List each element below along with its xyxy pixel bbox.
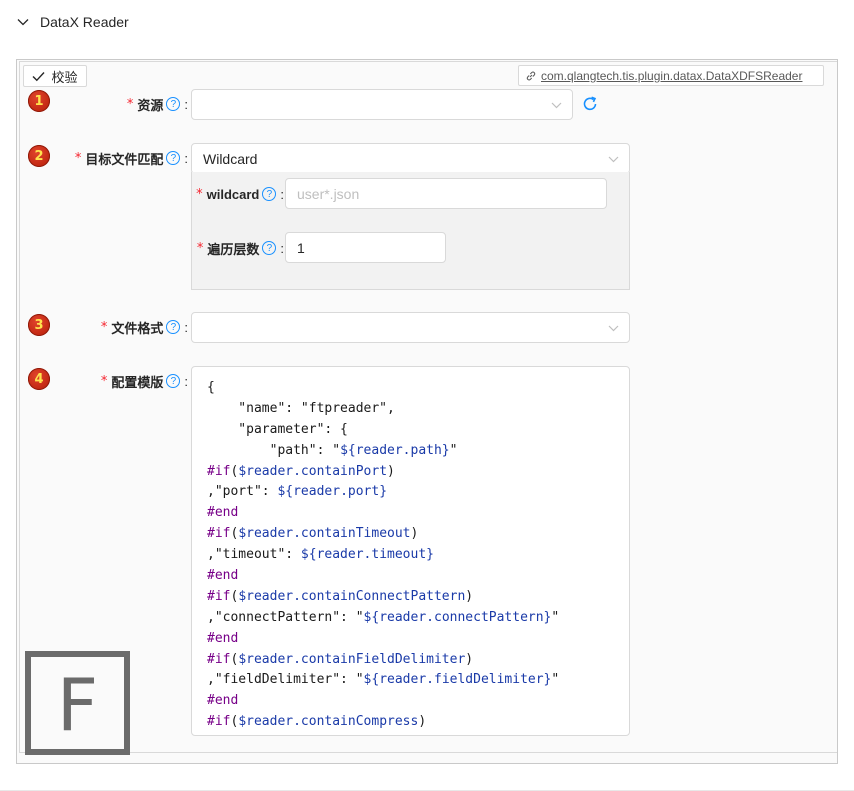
code-line: ,"timeout": ${reader.timeout} bbox=[207, 545, 629, 566]
step-badge-2: 2 bbox=[28, 145, 50, 167]
step-badge-4: 4 bbox=[28, 368, 50, 390]
code-token: " bbox=[449, 442, 458, 458]
file-format-select[interactable] bbox=[191, 312, 630, 343]
help-icon[interactable]: ? bbox=[166, 374, 181, 388]
plugin-class-text: com.qlangtech.tis.plugin.datax.DataXDFSR… bbox=[541, 68, 803, 83]
code-line: #end bbox=[207, 629, 629, 650]
code-line: ,"fieldDelimiter": "${reader.fieldDelimi… bbox=[207, 670, 629, 691]
code-token: #if bbox=[207, 714, 231, 730]
code-line: #end bbox=[207, 503, 629, 524]
code-token: ${reader.path} bbox=[340, 442, 450, 458]
code-token: ,"timeout": bbox=[207, 547, 301, 563]
link-icon bbox=[526, 71, 536, 80]
code-line: ,"port": ${reader.port} bbox=[207, 482, 629, 503]
code-token: #end bbox=[207, 693, 239, 709]
check-icon bbox=[32, 71, 45, 81]
code-token: ${reader.port} bbox=[277, 484, 388, 500]
chevron-down-icon[interactable] bbox=[16, 15, 30, 29]
verify-label: 校验 bbox=[51, 69, 78, 85]
field-label-wildcard: * wildcard ?: bbox=[196, 186, 284, 202]
config-template-label-text: 配置模版 bbox=[111, 374, 164, 390]
code-line: #if($reader.containTimeout) bbox=[207, 524, 629, 545]
field-label-file-format: * 文件格式 ?: bbox=[100, 319, 188, 336]
field-label-depth: * 遍历层数 ?: bbox=[196, 240, 284, 257]
wildcard-input[interactable]: user*.json bbox=[285, 178, 607, 209]
depth-input-value: 1 bbox=[297, 239, 305, 256]
code-token: $reader.containFieldDelimiter bbox=[238, 651, 466, 667]
help-icon[interactable]: ? bbox=[166, 320, 181, 334]
wildcard-placeholder: user*.json bbox=[297, 185, 360, 202]
step-badge-1: 1 bbox=[28, 90, 50, 112]
code-token: ) bbox=[465, 651, 474, 667]
code-line: #if($reader.containCompress) bbox=[207, 712, 629, 733]
watermark-logo: F bbox=[25, 651, 130, 755]
help-icon[interactable]: ? bbox=[262, 241, 277, 255]
code-line: "parameter": { bbox=[207, 420, 629, 441]
target-match-select-value: Wildcard bbox=[203, 150, 258, 167]
target-match-label-text: 目标文件匹配 bbox=[85, 151, 164, 167]
config-template-editor[interactable]: { "name": "ftpreader", "parameter": { "p… bbox=[191, 366, 630, 736]
code-token: #if bbox=[207, 526, 231, 542]
field-label-resource: * 资源 ?: bbox=[126, 96, 188, 113]
plugin-class-link[interactable]: com.qlangtech.tis.plugin.datax.DataXDFSR… bbox=[518, 65, 824, 86]
code-line: { bbox=[207, 378, 629, 399]
code-token: ) bbox=[465, 588, 474, 604]
target-match-select[interactable]: Wildcard bbox=[191, 143, 630, 174]
code-token: ${reader.connectPattern} bbox=[363, 609, 552, 625]
code-token: $reader.containCompress bbox=[238, 714, 419, 730]
code-token: #end bbox=[207, 568, 239, 584]
field-label-config-template: * 配置模版 ?: bbox=[100, 373, 188, 390]
code-token: ${reader.timeout} bbox=[300, 547, 434, 563]
wildcard-label-text: wildcard bbox=[206, 186, 260, 202]
code-line: #if($reader.containFieldDelimiter) bbox=[207, 650, 629, 671]
code-token: ,"connectPattern": " bbox=[207, 609, 364, 625]
chevron-down-icon bbox=[551, 102, 562, 108]
code-line: "name": "ftpreader", bbox=[207, 399, 629, 420]
code-token: ,"fieldDelimiter": " bbox=[207, 672, 364, 688]
code-line: #end bbox=[207, 566, 629, 587]
code-token: { bbox=[207, 380, 215, 395]
resource-label-text: 资源 bbox=[137, 97, 164, 113]
field-label-target-match: * 目标文件匹配 ?: bbox=[74, 150, 188, 167]
code-token: #if bbox=[207, 463, 231, 479]
chevron-down-icon bbox=[608, 325, 619, 331]
code-token: ${reader.fieldDelimiter} bbox=[363, 672, 552, 688]
code-token: "parameter": { bbox=[207, 421, 348, 437]
code-line: "path": "${reader.path}" bbox=[207, 441, 629, 462]
code-token: ) bbox=[418, 714, 427, 730]
depth-input[interactable]: 1 bbox=[285, 232, 446, 263]
step-badge-3: 3 bbox=[28, 314, 50, 336]
watermark-letter: F bbox=[56, 663, 99, 747]
code-line: ,"connectPattern": "${reader.connectPatt… bbox=[207, 608, 629, 629]
section-header[interactable]: DataX Reader bbox=[16, 10, 129, 34]
code-token: $reader.containPort bbox=[238, 463, 388, 479]
resource-select[interactable] bbox=[191, 89, 573, 120]
depth-label-text: 遍历层数 bbox=[207, 241, 260, 257]
code-line: #end bbox=[207, 691, 629, 712]
code-token: ,"port": bbox=[207, 484, 278, 500]
file-format-label-text: 文件格式 bbox=[111, 320, 164, 336]
code-line: #if($reader.containPort) bbox=[207, 462, 629, 483]
code-token: #if bbox=[207, 651, 231, 667]
code-token: " bbox=[551, 609, 560, 625]
section-title: DataX Reader bbox=[40, 14, 129, 30]
verify-button[interactable]: 校验 bbox=[23, 65, 87, 87]
help-icon[interactable]: ? bbox=[262, 187, 277, 201]
refresh-icon[interactable] bbox=[581, 95, 599, 113]
code-token: ) bbox=[387, 463, 395, 479]
help-icon[interactable]: ? bbox=[166, 151, 181, 165]
code-token: #end bbox=[207, 630, 239, 646]
code-token: $reader.containTimeout bbox=[238, 526, 411, 542]
code-token: $reader.containConnectPattern bbox=[238, 588, 466, 604]
code-token: #if bbox=[207, 588, 231, 604]
code-token: " bbox=[551, 672, 560, 688]
code-line: #if($reader.containConnectPattern) bbox=[207, 587, 629, 608]
help-icon[interactable]: ? bbox=[166, 97, 181, 111]
chevron-down-icon bbox=[608, 156, 619, 162]
code-token: "path": " bbox=[207, 442, 341, 458]
code-token: ) bbox=[410, 526, 419, 542]
code-token: "name": "ftpreader", bbox=[207, 400, 395, 416]
code-token: #end bbox=[207, 505, 239, 521]
